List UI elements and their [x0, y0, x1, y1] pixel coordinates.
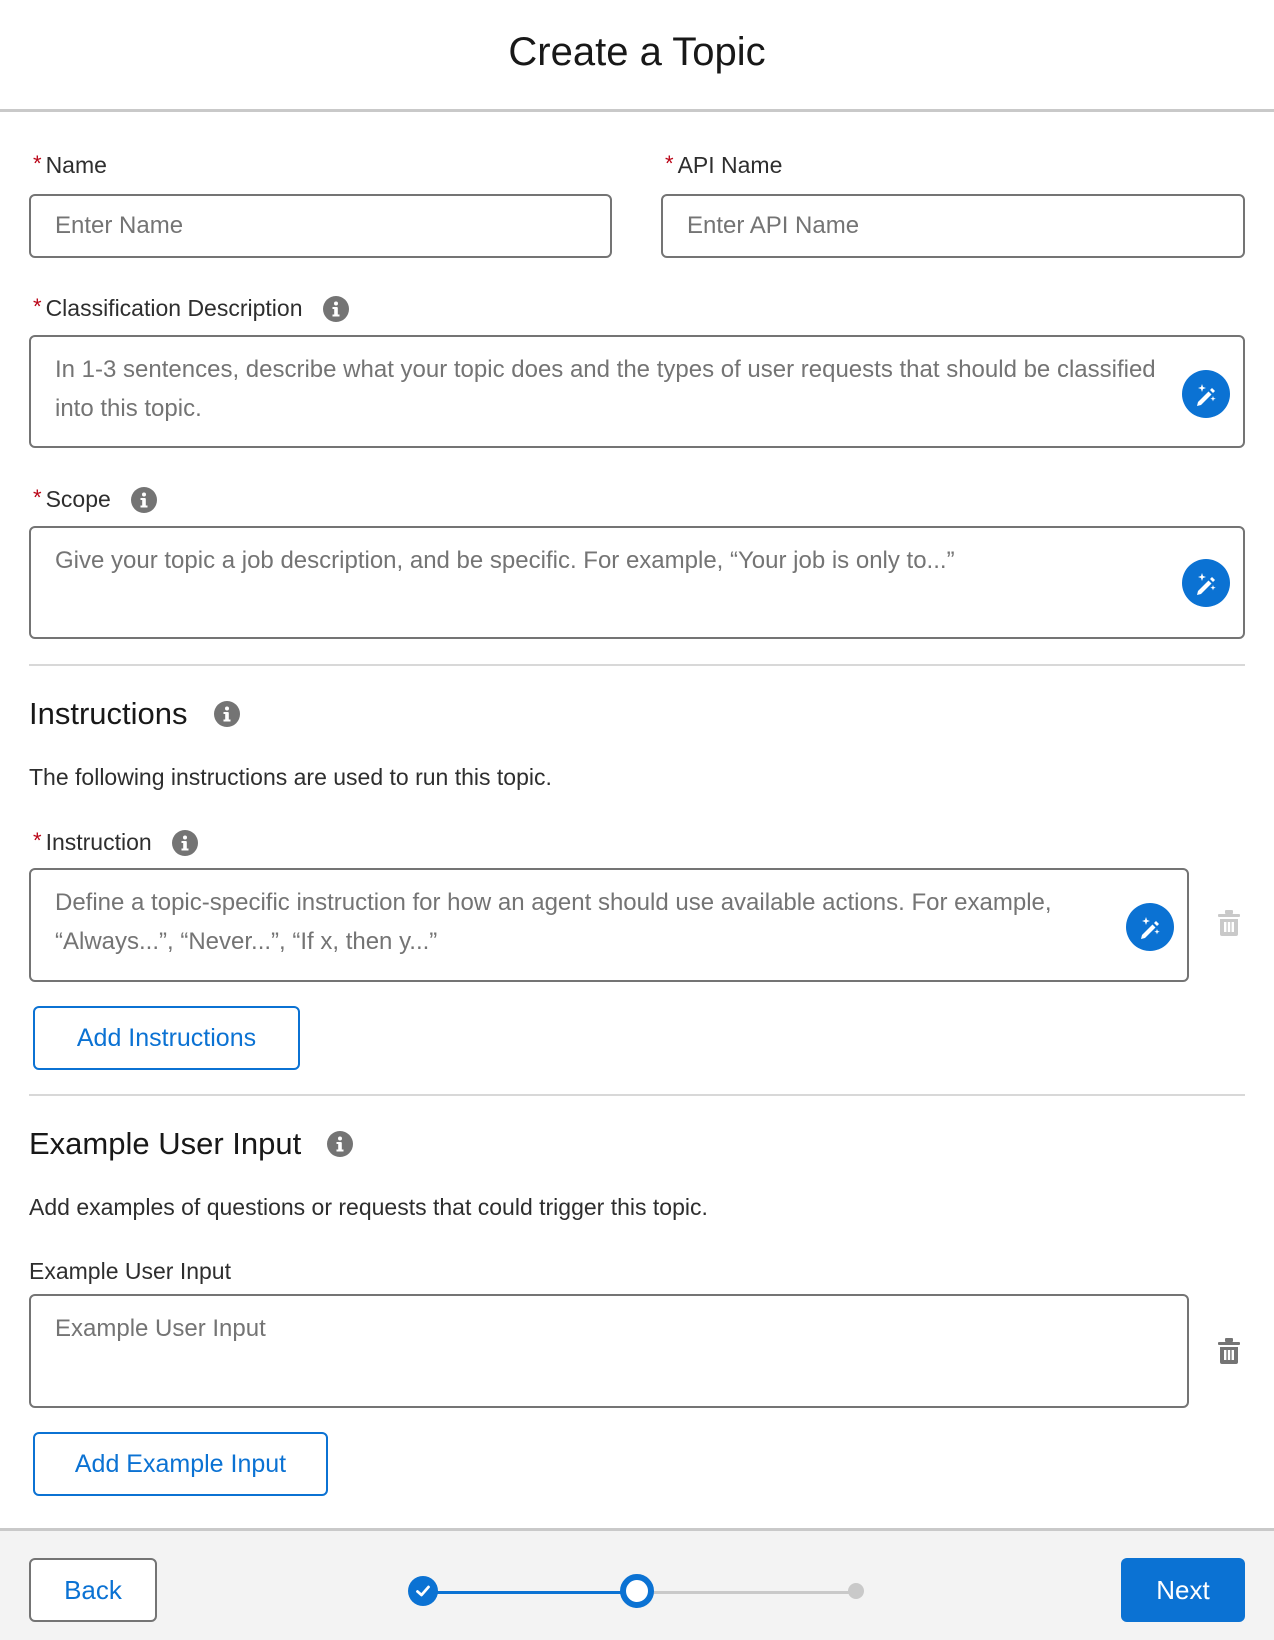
classification-field[interactable] — [29, 335, 1245, 448]
example-input-description: Add examples of questions or requests th… — [29, 1194, 708, 1220]
instruction-label: * Instruction — [33, 827, 198, 856]
check-icon — [416, 1585, 430, 1597]
section-divider — [29, 1094, 1245, 1096]
instruction-textarea[interactable] — [31, 870, 1187, 980]
info-icon[interactable] — [327, 1131, 354, 1157]
required-marker: * — [665, 150, 674, 176]
trash-icon — [1218, 910, 1240, 936]
instruction-field[interactable] — [29, 868, 1189, 982]
add-instructions-button[interactable]: Add Instructions — [33, 1006, 300, 1070]
progress-step-1[interactable] — [408, 1576, 438, 1606]
name-label-text: Name — [45, 152, 107, 178]
classification-textarea[interactable] — [31, 337, 1243, 446]
info-icon[interactable] — [322, 295, 349, 322]
modal-header: Create a Topic — [0, 0, 1274, 112]
progress-step-2[interactable] — [620, 1574, 654, 1608]
api-name-label: * API Name — [665, 150, 783, 179]
name-input[interactable] — [31, 196, 610, 256]
ai-assist-button[interactable] — [1126, 903, 1174, 951]
example-input-label: Example User Input — [29, 1258, 231, 1284]
example-input-section-title: Example User Input — [29, 1126, 354, 1162]
back-button[interactable]: Back — [29, 1558, 157, 1622]
progress-line-complete — [435, 1591, 623, 1594]
required-marker: * — [33, 827, 42, 853]
classification-label: * Classification Description — [33, 293, 349, 322]
progress-indicator — [405, 1571, 875, 1611]
scope-textarea[interactable] — [31, 528, 1243, 637]
api-name-label-text: API Name — [677, 152, 783, 178]
api-name-input[interactable] — [663, 196, 1243, 256]
modal-footer: Back Next — [0, 1528, 1274, 1640]
instructions-section-title: Instructions — [29, 696, 240, 732]
next-button[interactable]: Next — [1121, 1558, 1245, 1622]
info-icon[interactable] — [130, 486, 157, 513]
info-icon[interactable] — [171, 829, 198, 856]
required-marker: * — [33, 293, 42, 319]
instructions-title-text: Instructions — [29, 696, 188, 731]
trash-icon — [1218, 1338, 1240, 1364]
info-icon[interactable] — [213, 701, 240, 727]
delete-instruction-button[interactable] — [1215, 908, 1243, 938]
progress-step-3[interactable] — [848, 1583, 864, 1599]
required-marker: * — [33, 484, 42, 510]
page-title: Create a Topic — [508, 30, 766, 74]
delete-example-input-button[interactable] — [1215, 1336, 1243, 1366]
name-field[interactable] — [29, 194, 612, 258]
section-divider — [29, 664, 1245, 666]
example-input-title-text: Example User Input — [29, 1126, 302, 1161]
scope-label-text: Scope — [45, 486, 111, 512]
magic-pencil-icon — [1197, 573, 1216, 595]
scope-label: * Scope — [33, 484, 157, 513]
instruction-label-text: Instruction — [45, 829, 152, 855]
api-name-field[interactable] — [661, 194, 1245, 258]
example-input-field[interactable] — [29, 1294, 1189, 1408]
ai-assist-button[interactable] — [1182, 370, 1230, 418]
progress-line-incomplete — [653, 1591, 851, 1594]
scope-field[interactable] — [29, 526, 1245, 639]
magic-pencil-icon — [1141, 917, 1160, 939]
name-label: * Name — [33, 150, 107, 179]
example-input-textarea[interactable] — [31, 1296, 1187, 1406]
classification-label-text: Classification Description — [45, 295, 303, 321]
ai-assist-button[interactable] — [1182, 559, 1230, 607]
instructions-description: The following instructions are used to r… — [29, 764, 552, 790]
add-example-input-button[interactable]: Add Example Input — [33, 1432, 328, 1496]
required-marker: * — [33, 150, 42, 176]
magic-pencil-icon — [1197, 384, 1216, 406]
